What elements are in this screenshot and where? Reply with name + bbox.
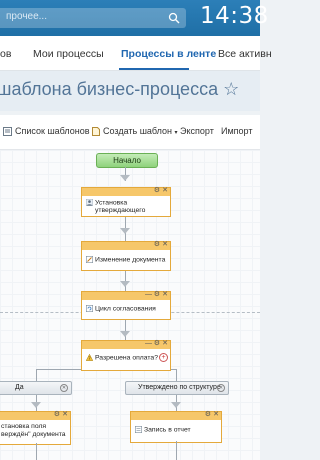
list-icon bbox=[3, 127, 12, 137]
block-header: — ⚙ ✕ bbox=[82, 340, 170, 349]
block-header: ⚙ ✕ bbox=[82, 187, 170, 196]
branch-label: Утверждено по структуре bbox=[138, 384, 221, 391]
user-icon bbox=[86, 199, 93, 206]
tab-my-processes[interactable]: Мои процессы bbox=[33, 48, 104, 60]
block-header: — ⚙ ✕ bbox=[82, 291, 170, 300]
condition-payment-allowed[interactable]: — ⚙ ✕ ? Разрешена оплата? + bbox=[81, 340, 171, 371]
gear-icon[interactable]: ⚙ bbox=[54, 411, 60, 419]
block-label: Разрешена оплата? bbox=[95, 354, 158, 362]
search-placeholder: прочее... bbox=[6, 11, 47, 22]
block-label: Цикл согласования bbox=[95, 305, 156, 313]
branch-yes[interactable]: Да ✕ bbox=[0, 381, 72, 395]
template-list-label: Список шаблонов bbox=[15, 126, 90, 136]
edit-document-icon bbox=[86, 256, 93, 263]
block-label: Установка bbox=[95, 199, 128, 207]
report-icon bbox=[135, 426, 142, 433]
block-header: ⚙ ✕ bbox=[82, 241, 170, 250]
new-document-icon bbox=[92, 127, 100, 137]
block-label: верждён" документа bbox=[1, 431, 66, 438]
cycle-icon bbox=[86, 305, 93, 312]
import-button[interactable]: Импорт bbox=[221, 126, 252, 136]
activity-edit-document[interactable]: ⚙ ✕ Изменение документа bbox=[81, 241, 171, 271]
close-icon[interactable]: ✕ bbox=[162, 187, 168, 195]
activity-set-approver[interactable]: ⚙ ✕ Установка утверждающего bbox=[81, 187, 171, 217]
activity-approval-cycle[interactable]: — ⚙ ✕ Цикл согласования bbox=[81, 291, 171, 320]
close-icon[interactable]: ✕ bbox=[162, 340, 168, 348]
active-tab-indicator bbox=[119, 68, 189, 70]
gear-icon[interactable]: ⚙ bbox=[154, 340, 160, 348]
tab-all-active[interactable]: Все активн bbox=[218, 48, 272, 60]
block-label: Изменение документа bbox=[95, 256, 166, 264]
close-icon[interactable]: ✕ bbox=[60, 384, 68, 392]
gear-icon[interactable]: ⚙ bbox=[154, 187, 160, 195]
minimize-icon[interactable]: — bbox=[145, 340, 152, 348]
clock: 14:38 bbox=[200, 3, 269, 29]
close-icon[interactable]: ✕ bbox=[162, 291, 168, 299]
close-icon[interactable]: ✕ bbox=[213, 411, 219, 419]
chevron-down-icon: ▾ bbox=[174, 130, 178, 136]
tab-processes[interactable]: ов bbox=[0, 48, 11, 60]
activity-set-field[interactable]: ⚙ ✕ становка поля верждён" документа bbox=[0, 411, 71, 445]
search-icon[interactable] bbox=[168, 12, 180, 24]
create-template-button[interactable]: Создать шаблон ▾ bbox=[92, 126, 178, 137]
close-icon[interactable]: ✕ bbox=[217, 384, 225, 392]
tab-feed-processes[interactable]: Процессы в ленте bbox=[121, 48, 216, 60]
create-template-label: Создать шаблон bbox=[103, 126, 173, 136]
branch-label: Да bbox=[15, 384, 24, 391]
close-icon[interactable]: ✕ bbox=[162, 241, 168, 249]
branch-approved-by-structure[interactable]: Утверждено по структуре ✕ bbox=[125, 381, 229, 395]
gear-icon[interactable]: ⚙ bbox=[205, 411, 211, 419]
question-icon: ? bbox=[86, 354, 93, 361]
process-nav: ов Мои процессы Процессы в ленте Все акт… bbox=[0, 36, 272, 71]
process-canvas[interactable]: Начало ⚙ ✕ Установка утверждающего ⚙ ✕ И… bbox=[0, 150, 260, 460]
close-icon[interactable]: ✕ bbox=[62, 411, 68, 419]
block-header: ⚙ ✕ bbox=[0, 411, 70, 420]
block-label: Запись в отчет bbox=[144, 426, 191, 434]
add-branch-icon[interactable]: + bbox=[159, 353, 168, 362]
template-list-button[interactable]: Список шаблонов bbox=[3, 126, 90, 137]
top-bar: прочее... 14:38 bbox=[0, 0, 268, 36]
block-label: становка поля bbox=[1, 423, 47, 430]
search-input[interactable]: прочее... bbox=[0, 8, 186, 28]
block-label: утверждающего bbox=[95, 207, 146, 215]
toolbar: Список шаблонов Создать шаблон ▾ Экспорт… bbox=[0, 115, 260, 150]
start-node[interactable]: Начало bbox=[96, 153, 158, 168]
title-bar: шаблона бизнес-процесса ☆ bbox=[0, 71, 260, 111]
gear-icon[interactable]: ⚙ bbox=[154, 241, 160, 249]
minimize-icon[interactable]: — bbox=[145, 291, 152, 299]
block-header: ⚙ ✕ bbox=[131, 411, 221, 420]
gear-icon[interactable]: ⚙ bbox=[154, 291, 160, 299]
page-title: шаблона бизнес-процесса ☆ bbox=[0, 79, 240, 99]
export-button[interactable]: Экспорт bbox=[180, 126, 214, 136]
activity-write-report[interactable]: ⚙ ✕ Запись в отчет bbox=[130, 411, 222, 443]
